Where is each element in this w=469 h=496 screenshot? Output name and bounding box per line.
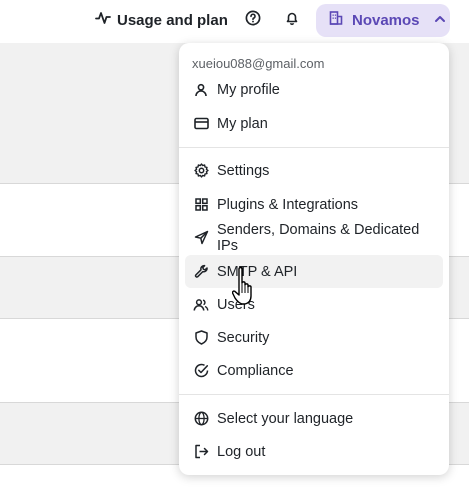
account-email: xueiou088@gmail.com (192, 56, 325, 71)
bell-icon (284, 10, 300, 31)
menu-item-label: Users (217, 296, 255, 313)
shield-icon (193, 330, 209, 346)
menu-item-label: SMTP & API (217, 263, 298, 280)
logout-icon (193, 444, 209, 460)
menu-item-label: Plugins & Integrations (217, 196, 359, 213)
usage-and-plan-button[interactable]: Usage and plan (95, 9, 228, 31)
menu-item-label: Log out (217, 443, 266, 460)
menu-item-log-out[interactable]: Log out (185, 435, 443, 468)
menu-item-label: Settings (217, 162, 270, 179)
globe-icon (193, 411, 209, 427)
menu-item-security[interactable]: Security (185, 321, 443, 354)
menu-item-label: My plan (217, 115, 268, 132)
menu-item-smtp-api[interactable]: SMTP & API (185, 255, 443, 288)
menu-item-my-plan[interactable]: My plan (185, 107, 443, 140)
menu-item-my-profile[interactable]: My profile (185, 73, 443, 106)
help-icon (245, 10, 261, 31)
notifications-button[interactable] (281, 9, 303, 31)
gear-icon (193, 163, 209, 179)
menu-divider (179, 147, 449, 148)
activity-icon (95, 10, 111, 31)
wrench-icon (193, 264, 209, 280)
users-icon (193, 297, 209, 313)
account-menu-button[interactable]: Novamos (316, 4, 450, 37)
menu-item-label: Senders, Domains & Dedicated IPs (217, 221, 420, 254)
account-name: Novamos (352, 12, 420, 29)
send-icon (193, 230, 209, 246)
menu-divider (179, 394, 449, 395)
chevron-up-icon (434, 12, 446, 30)
menu-item-label: My profile (217, 81, 280, 98)
usage-and-plan-label: Usage and plan (117, 11, 228, 29)
menu-item-plugins-integrations[interactable]: Plugins & Integrations (185, 188, 443, 221)
building-icon (328, 10, 344, 31)
menu-item-compliance[interactable]: Compliance (185, 354, 443, 387)
account-dropdown-menu: xueiou088@gmail.com My profile My plan S… (179, 43, 449, 475)
user-icon (193, 82, 209, 98)
help-button[interactable] (242, 9, 264, 31)
menu-item-label: Compliance (217, 362, 294, 379)
menu-item-select-language[interactable]: Select your language (185, 402, 443, 435)
top-header: Usage and plan Novamos (0, 0, 469, 43)
menu-item-label: Select your language (217, 410, 354, 427)
menu-item-users[interactable]: Users (185, 288, 443, 321)
check-circle-icon (193, 363, 209, 379)
menu-item-settings[interactable]: Settings (185, 154, 443, 187)
menu-item-senders-domains[interactable]: Senders, Domains & Dedicated IPs (185, 221, 443, 254)
grid-icon (193, 197, 209, 213)
menu-item-label: Security (217, 329, 270, 346)
credit-card-icon (193, 116, 209, 132)
